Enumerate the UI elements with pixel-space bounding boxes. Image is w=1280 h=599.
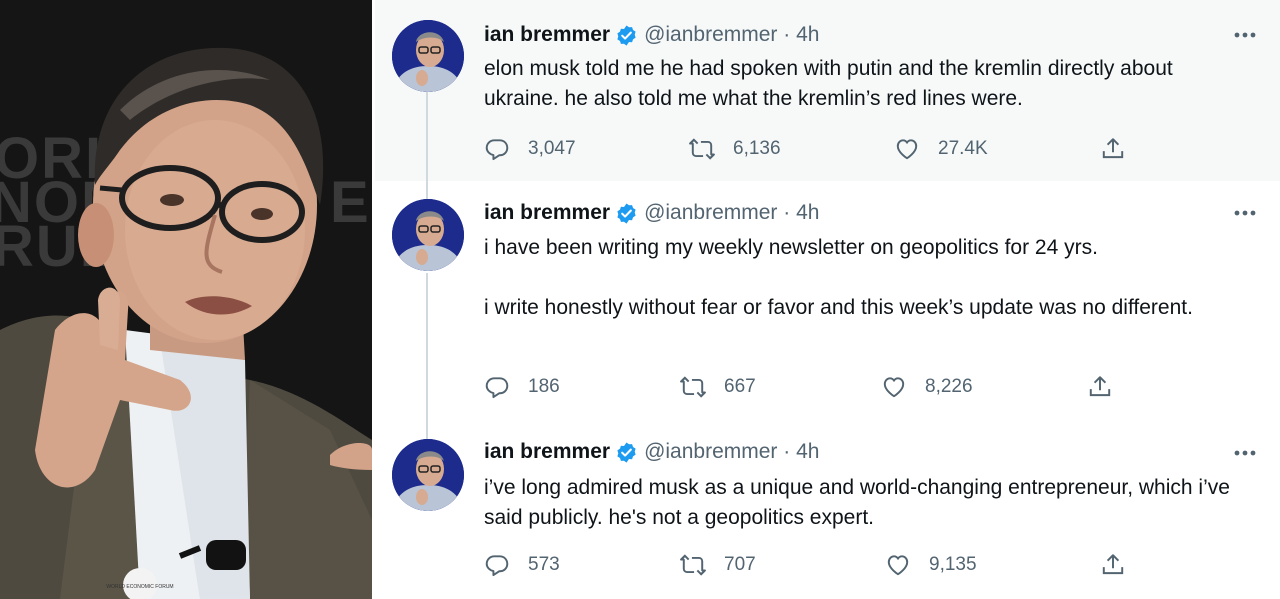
more-icon[interactable] (1232, 22, 1258, 48)
share-button[interactable] (1087, 372, 1131, 402)
tweet-2[interactable]: ian bremmer @ianbremmer · 4h i have been… (375, 181, 1280, 431)
thread-connector (426, 92, 428, 181)
tweet-paragraph: i write honestly without fear or favor a… (484, 296, 1193, 319)
retweet-icon (689, 136, 715, 162)
reply-count: 186 (528, 376, 560, 397)
tweet-paragraph: i have been writing my weekly newsletter… (484, 236, 1098, 259)
tweet-actions: 186 667 8,226 (484, 372, 1244, 402)
tweet-thread: ian bremmer @ianbremmer · 4h elon musk t… (375, 0, 1280, 599)
reply-count: 573 (528, 554, 560, 575)
speaker-photo: ORL NOM RUM EC (0, 0, 372, 599)
like-count: 9,135 (929, 554, 977, 575)
thread-connector (426, 431, 428, 439)
retweet-button[interactable]: 707 (680, 550, 756, 580)
tweet-text: elon musk told me he had spoken with put… (484, 54, 1250, 114)
share-button[interactable] (1100, 134, 1144, 164)
share-button[interactable] (1100, 550, 1144, 580)
verified-badge-icon (615, 24, 638, 47)
thread-connector (426, 273, 428, 431)
more-icon[interactable] (1232, 200, 1258, 226)
more-icon[interactable] (1232, 440, 1258, 466)
share-icon (1087, 374, 1113, 400)
heart-icon (885, 552, 911, 578)
tweet-3[interactable]: ian bremmer @ianbremmer · 4h i’ve long a… (375, 431, 1280, 599)
retweet-count: 6,136 (733, 138, 781, 159)
reply-button[interactable]: 186 (484, 372, 560, 402)
speaker-photo-illustration: ORL NOM RUM EC (0, 0, 372, 599)
retweet-count: 667 (724, 376, 756, 397)
author-name[interactable]: ian bremmer (484, 440, 610, 464)
retweet-button[interactable]: 6,136 (689, 134, 781, 164)
retweet-button[interactable]: 667 (680, 372, 756, 402)
tweet-text: i’ve long admired musk as a unique and w… (484, 473, 1250, 533)
author-name[interactable]: ian bremmer (484, 23, 610, 47)
retweet-icon (680, 374, 706, 400)
reply-count: 3,047 (528, 138, 576, 159)
handle-and-time[interactable]: @ianbremmer · 4h (644, 440, 819, 464)
reply-icon (484, 136, 510, 162)
reply-button[interactable]: 573 (484, 550, 560, 580)
reply-button[interactable]: 3,047 (484, 134, 576, 164)
avatar[interactable] (392, 199, 464, 271)
forum-badge-text: WORLD ECONOMIC FORUM (106, 584, 173, 590)
like-button[interactable]: 27.4K (894, 134, 988, 164)
like-count: 27.4K (938, 138, 988, 159)
author-name[interactable]: ian bremmer (484, 201, 610, 225)
heart-icon (894, 136, 920, 162)
verified-badge-icon (615, 202, 638, 225)
avatar[interactable] (392, 20, 464, 92)
verified-badge-icon (615, 441, 638, 464)
tweet-paragraph: i’ve long admired musk as a unique and w… (484, 476, 1230, 529)
avatar[interactable] (392, 439, 464, 511)
tweet-text: i have been writing my weekly newsletter… (484, 233, 1250, 323)
like-button[interactable]: 8,226 (881, 372, 973, 402)
tweet-header: ian bremmer @ianbremmer · 4h (484, 198, 1260, 228)
reply-icon (484, 374, 510, 400)
tweet-actions: 573 707 9,135 (484, 550, 1244, 580)
tweet-header: ian bremmer @ianbremmer · 4h (484, 437, 1260, 467)
tweet-actions: 3,047 6,136 27.4K (484, 134, 1244, 164)
share-icon (1100, 552, 1126, 578)
handle-and-time[interactable]: @ianbremmer · 4h (644, 201, 819, 225)
handle-and-time[interactable]: @ianbremmer · 4h (644, 23, 819, 47)
tweet-1[interactable]: ian bremmer @ianbremmer · 4h elon musk t… (375, 0, 1280, 181)
retweet-count: 707 (724, 554, 756, 575)
thread-connector (426, 181, 428, 199)
heart-icon (881, 374, 907, 400)
tweet-paragraph: elon musk told me he had spoken with put… (484, 57, 1173, 110)
like-button[interactable]: 9,135 (885, 550, 977, 580)
tweet-header: ian bremmer @ianbremmer · 4h (484, 20, 1260, 50)
reply-icon (484, 552, 510, 578)
backdrop-letters-4: EC (330, 170, 372, 235)
like-count: 8,226 (925, 376, 973, 397)
share-icon (1100, 136, 1126, 162)
retweet-icon (680, 552, 706, 578)
